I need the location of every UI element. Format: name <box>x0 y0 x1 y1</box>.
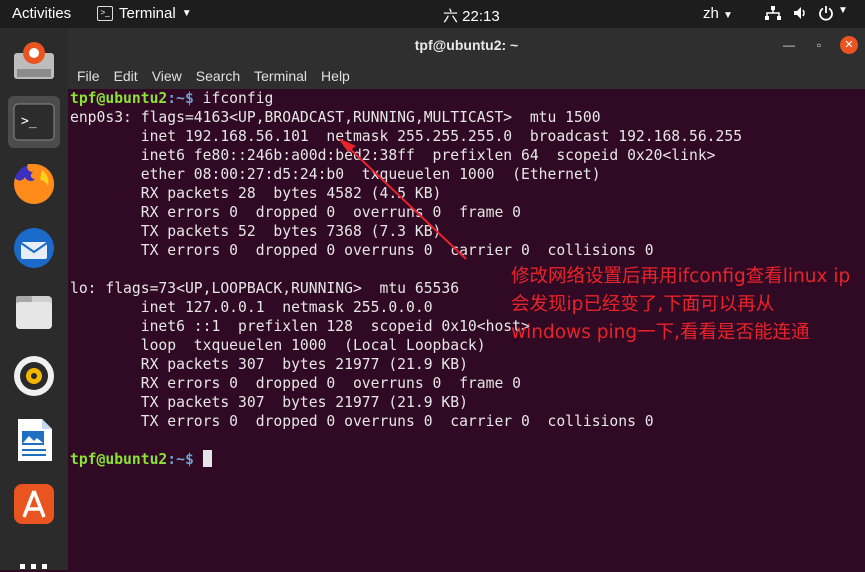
caret-down-icon: ▼ <box>838 5 848 16</box>
ubuntu-software-icon[interactable] <box>8 478 60 530</box>
files-icon[interactable] <box>8 286 60 338</box>
close-icon[interactable]: ✕ <box>840 36 858 54</box>
output-line: TX errors 0 dropped 0 overruns 0 carrier… <box>70 242 654 259</box>
output-line: RX errors 0 dropped 0 overruns 0 frame 0 <box>70 375 521 392</box>
caret-down-icon: ▼ <box>181 8 192 19</box>
svg-text:>_: >_ <box>21 114 37 129</box>
prompt-line: tpf@ubuntu2:~$ ifconfig <box>70 89 865 108</box>
prompt-path: :~$ <box>167 451 194 468</box>
thunderbird-icon[interactable] <box>8 222 60 274</box>
terminal-app-icon: >_ <box>97 6 113 21</box>
output-line: TX packets 52 bytes 7368 (7.3 KB) <box>70 223 442 240</box>
dock: >_ <box>0 28 68 570</box>
caret-down-icon: ▼ <box>723 10 733 21</box>
menu-file[interactable]: File <box>77 68 100 84</box>
volume-icon <box>794 7 805 19</box>
menu-search[interactable]: Search <box>196 68 240 84</box>
menu-view[interactable]: View <box>152 68 182 84</box>
output-line: inet6 fe80::246b:a00d:bed2:38ff prefixle… <box>70 147 716 164</box>
annotation-text: 修改网络设置后再用ifconfig查看linux ip会发现ip已经变了,下面可… <box>511 266 851 343</box>
prompt-user: tpf@ubuntu2 <box>70 90 168 107</box>
software-updater-icon[interactable] <box>8 36 60 88</box>
libreoffice-writer-icon[interactable] <box>8 414 60 466</box>
window-title: tpf@ubuntu2: ~ <box>414 37 519 53</box>
output-line: enp0s3: flags=4163<UP,BROADCAST,RUNNING,… <box>70 109 601 126</box>
output-line: ether 08:00:27:d5:24:b0 txqueuelen 1000 … <box>70 166 601 183</box>
text-cursor <box>202 450 212 467</box>
input-method-button[interactable]: zh ▼ <box>703 5 733 22</box>
prompt-user: tpf@ubuntu2 <box>70 451 168 468</box>
title-bar[interactable]: tpf@ubuntu2: ~ — ▫ ✕ <box>68 28 865 63</box>
command-text: ifconfig <box>193 90 274 107</box>
output-line: RX packets 307 bytes 21977 (21.9 KB) <box>70 356 468 373</box>
clock[interactable]: 六 22:13 <box>443 5 500 26</box>
firefox-icon[interactable] <box>8 158 60 210</box>
minimize-icon[interactable]: — <box>780 36 798 54</box>
prompt-line: tpf@ubuntu2:~$ <box>70 450 865 469</box>
menu-terminal[interactable]: Terminal <box>254 68 307 84</box>
network-icon <box>765 6 781 20</box>
output-line: TX errors 0 dropped 0 overruns 0 carrier… <box>70 413 654 430</box>
rhythmbox-icon[interactable] <box>8 350 60 402</box>
menu-bar: File Edit View Search Terminal Help <box>68 63 865 89</box>
terminal-icon[interactable]: >_ <box>8 96 60 148</box>
menu-edit[interactable]: Edit <box>114 68 138 84</box>
output-line: RX packets 28 bytes 4582 (4.5 KB) <box>70 185 442 202</box>
top-bar: Activities >_ Terminal ▼ 六 22:13 zh ▼ ▼ <box>0 0 865 28</box>
maximize-icon[interactable]: ▫ <box>810 36 828 54</box>
menu-help[interactable]: Help <box>321 68 350 84</box>
prompt-path: :~$ <box>167 90 194 107</box>
output-line: inet 192.168.56.101 netmask 255.255.255.… <box>70 128 743 145</box>
output-line: RX errors 0 dropped 0 overruns 0 frame 0 <box>70 204 521 221</box>
app-menu-button[interactable]: >_ Terminal ▼ <box>97 5 192 22</box>
show-apps-icon[interactable] <box>8 548 60 572</box>
power-icon <box>819 6 833 21</box>
activities-button[interactable]: Activities <box>12 5 71 22</box>
app-menu-label: Terminal <box>119 5 176 22</box>
output-line: TX packets 307 bytes 21977 (21.9 KB) <box>70 394 468 411</box>
system-tray[interactable]: ▼ <box>764 5 848 21</box>
input-method-label: zh <box>703 5 719 22</box>
